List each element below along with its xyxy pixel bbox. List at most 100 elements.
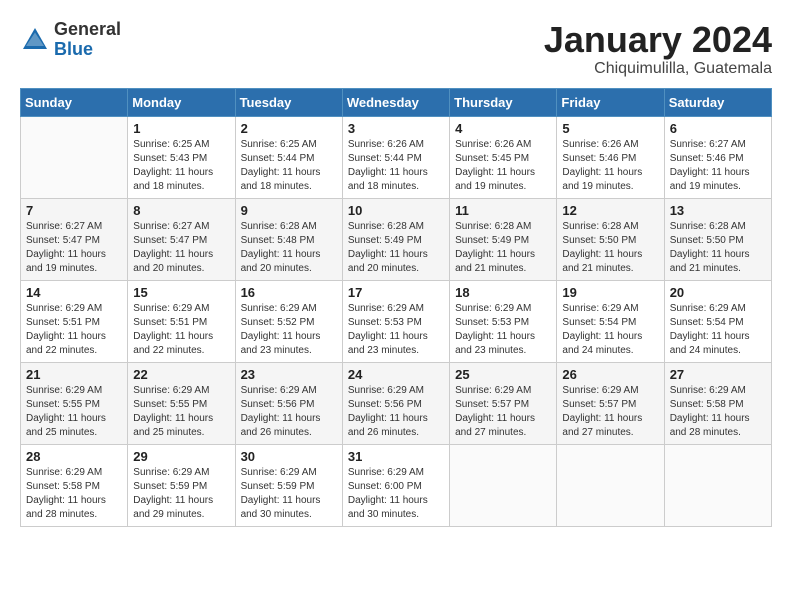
calendar-cell: 24 Sunrise: 6:29 AM Sunset: 5:56 PM Dayli… [342,362,449,444]
day-info: Sunrise: 6:26 AM Sunset: 5:45 PM Dayligh… [455,138,551,194]
day-info: Sunrise: 6:29 AM Sunset: 6:00 PM Dayligh… [348,466,444,522]
day-info: Sunrise: 6:29 AM Sunset: 5:57 PM Dayligh… [562,384,658,440]
day-info: Sunrise: 6:29 AM Sunset: 5:55 PM Dayligh… [133,384,229,440]
calendar-cell: 21 Sunrise: 6:29 AM Sunset: 5:55 PM Dayli… [21,362,128,444]
day-number: 28 [26,449,122,464]
day-number: 23 [241,367,337,382]
day-number: 6 [670,121,766,136]
day-info: Sunrise: 6:29 AM Sunset: 5:59 PM Dayligh… [241,466,337,522]
day-info: Sunrise: 6:27 AM Sunset: 5:47 PM Dayligh… [26,220,122,276]
logo-icon [20,25,50,55]
calendar-cell: 26Sunrise: 6:29 AM Sunset: 5:57 PM Dayli… [557,362,664,444]
day-info: Sunrise: 6:28 AM Sunset: 5:48 PM Dayligh… [241,220,337,276]
day-number: 8 [133,203,229,218]
calendar-cell: 14Sunrise: 6:29 AM Sunset: 5:51 PM Dayli… [21,280,128,362]
calendar-cell: 5 Sunrise: 6:26 AM Sunset: 5:46 PM Daylig… [557,116,664,198]
header-day-sunday: Sunday [21,88,128,116]
calendar-cell: 17Sunrise: 6:29 AM Sunset: 5:53 PM Dayli… [342,280,449,362]
day-info: Sunrise: 6:29 AM Sunset: 5:59 PM Dayligh… [133,466,229,522]
day-info: Sunrise: 6:29 AM Sunset: 5:58 PM Dayligh… [26,466,122,522]
day-info: Sunrise: 6:29 AM Sunset: 5:54 PM Dayligh… [670,302,766,358]
header-day-friday: Friday [557,88,664,116]
day-number: 25 [455,367,551,382]
header-row: SundayMondayTuesdayWednesdayThursdayFrid… [21,88,772,116]
calendar-cell: 3 Sunrise: 6:26 AM Sunset: 5:44 PM Daylig… [342,116,449,198]
day-number: 24 [348,367,444,382]
calendar-cell: 29Sunrise: 6:29 AM Sunset: 5:59 PM Dayli… [128,444,235,526]
calendar-cell: 28 Sunrise: 6:29 AM Sunset: 5:58 PM Dayli… [21,444,128,526]
calendar-cell [664,444,771,526]
day-number: 20 [670,285,766,300]
header-day-monday: Monday [128,88,235,116]
calendar-cell: 2 Sunrise: 6:25 AM Sunset: 5:44 PM Daylig… [235,116,342,198]
calendar-cell [21,116,128,198]
logo-general-text: General [54,20,121,40]
day-number: 15 [133,285,229,300]
calendar-cell: 16 Sunrise: 6:29 AM Sunset: 5:52 PM Dayli… [235,280,342,362]
calendar-cell: 7 Sunrise: 6:27 AM Sunset: 5:47 PM Daylig… [21,198,128,280]
calendar-body: 1 Sunrise: 6:25 AM Sunset: 5:43 PM Daylig… [21,116,772,526]
month-title: January 2024 [544,20,772,60]
logo-blue-text: Blue [54,40,121,60]
calendar-cell: 12Sunrise: 6:28 AM Sunset: 5:50 PM Dayli… [557,198,664,280]
day-info: Sunrise: 6:29 AM Sunset: 5:55 PM Dayligh… [26,384,122,440]
calendar-cell: 10Sunrise: 6:28 AM Sunset: 5:49 PM Dayli… [342,198,449,280]
day-number: 21 [26,367,122,382]
day-info: Sunrise: 6:25 AM Sunset: 5:43 PM Dayligh… [133,138,229,194]
calendar-cell: 31 Sunrise: 6:29 AM Sunset: 6:00 PM Dayli… [342,444,449,526]
header-day-wednesday: Wednesday [342,88,449,116]
calendar-cell [450,444,557,526]
day-info: Sunrise: 6:29 AM Sunset: 5:53 PM Dayligh… [455,302,551,358]
title-section: January 2024 Chiquimulilla, Guatemala [544,20,772,78]
day-info: Sunrise: 6:27 AM Sunset: 5:47 PM Dayligh… [133,220,229,276]
calendar-header: SundayMondayTuesdayWednesdayThursdayFrid… [21,88,772,116]
calendar-week-4: 21 Sunrise: 6:29 AM Sunset: 5:55 PM Dayli… [21,362,772,444]
day-number: 5 [562,121,658,136]
calendar-table: SundayMondayTuesdayWednesdayThursdayFrid… [20,88,772,527]
logo: General Blue [20,20,121,60]
day-info: Sunrise: 6:28 AM Sunset: 5:49 PM Dayligh… [348,220,444,276]
calendar-cell: 11Sunrise: 6:28 AM Sunset: 5:49 PM Dayli… [450,198,557,280]
calendar-week-2: 7 Sunrise: 6:27 AM Sunset: 5:47 PM Daylig… [21,198,772,280]
day-number: 22 [133,367,229,382]
header-day-tuesday: Tuesday [235,88,342,116]
calendar-cell: 23 Sunrise: 6:29 AM Sunset: 5:56 PM Dayli… [235,362,342,444]
day-number: 13 [670,203,766,218]
day-info: Sunrise: 6:26 AM Sunset: 5:44 PM Dayligh… [348,138,444,194]
page-header: General Blue January 2024 Chiquimulilla,… [20,20,772,78]
header-day-saturday: Saturday [664,88,771,116]
calendar-cell: 19Sunrise: 6:29 AM Sunset: 5:54 PM Dayli… [557,280,664,362]
calendar-cell: 20 Sunrise: 6:29 AM Sunset: 5:54 PM Dayli… [664,280,771,362]
day-number: 3 [348,121,444,136]
calendar-cell: 15 Sunrise: 6:29 AM Sunset: 5:51 PM Dayli… [128,280,235,362]
calendar-cell: 4Sunrise: 6:26 AM Sunset: 5:45 PM Daylig… [450,116,557,198]
calendar-week-3: 14Sunrise: 6:29 AM Sunset: 5:51 PM Dayli… [21,280,772,362]
day-number: 11 [455,203,551,218]
day-number: 7 [26,203,122,218]
calendar-cell: 9Sunrise: 6:28 AM Sunset: 5:48 PM Daylig… [235,198,342,280]
day-info: Sunrise: 6:29 AM Sunset: 5:52 PM Dayligh… [241,302,337,358]
day-number: 1 [133,121,229,136]
day-number: 2 [241,121,337,136]
day-info: Sunrise: 6:29 AM Sunset: 5:56 PM Dayligh… [348,384,444,440]
calendar-cell: 25Sunrise: 6:29 AM Sunset: 5:57 PM Dayli… [450,362,557,444]
calendar-cell: 8 Sunrise: 6:27 AM Sunset: 5:47 PM Daylig… [128,198,235,280]
day-number: 12 [562,203,658,218]
day-info: Sunrise: 6:29 AM Sunset: 5:58 PM Dayligh… [670,384,766,440]
day-info: Sunrise: 6:26 AM Sunset: 5:46 PM Dayligh… [562,138,658,194]
header-day-thursday: Thursday [450,88,557,116]
calendar-cell: 18Sunrise: 6:29 AM Sunset: 5:53 PM Dayli… [450,280,557,362]
calendar-week-1: 1 Sunrise: 6:25 AM Sunset: 5:43 PM Daylig… [21,116,772,198]
day-number: 17 [348,285,444,300]
day-info: Sunrise: 6:29 AM Sunset: 5:56 PM Dayligh… [241,384,337,440]
logo-text: General Blue [54,20,121,60]
day-info: Sunrise: 6:25 AM Sunset: 5:44 PM Dayligh… [241,138,337,194]
day-info: Sunrise: 6:29 AM Sunset: 5:51 PM Dayligh… [133,302,229,358]
day-info: Sunrise: 6:28 AM Sunset: 5:50 PM Dayligh… [670,220,766,276]
day-number: 31 [348,449,444,464]
location-subtitle: Chiquimulilla, Guatemala [544,60,772,78]
day-number: 30 [241,449,337,464]
calendar-cell: 22 Sunrise: 6:29 AM Sunset: 5:55 PM Dayli… [128,362,235,444]
calendar-cell: 6Sunrise: 6:27 AM Sunset: 5:46 PM Daylig… [664,116,771,198]
day-number: 16 [241,285,337,300]
